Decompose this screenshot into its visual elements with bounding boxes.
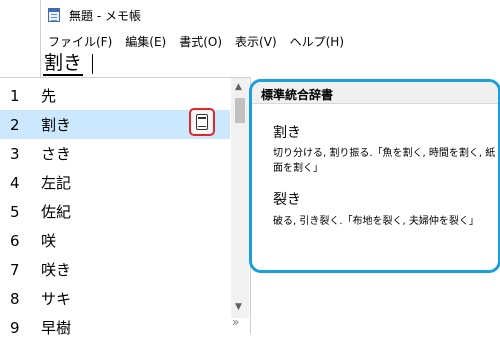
scroll-thumb[interactable] xyxy=(235,98,245,123)
candidate-number: 4 xyxy=(10,173,20,192)
title-bar[interactable]: 無題 - メモ帳 xyxy=(41,0,500,30)
candidate-item[interactable]: 8 サキ xyxy=(0,284,230,313)
notepad-icon xyxy=(48,8,60,22)
notepad-window: 無題 - メモ帳 ファイル(F) 編集(E) 書式(O) 表示(V) ヘルプ(H… xyxy=(40,0,500,78)
candidate-number: 7 xyxy=(10,260,20,279)
text-editor[interactable]: 割き xyxy=(41,52,500,78)
menu-format[interactable]: 書式(O) xyxy=(172,30,228,50)
candidate-text: サキ xyxy=(41,290,72,308)
dictionary-button[interactable] xyxy=(189,108,215,136)
book-icon xyxy=(196,114,208,130)
candidate-text: 佐紀 xyxy=(41,203,72,221)
entry-definition: 切り分ける, 割り振る.「魚を割く, 時間を割く, 紙面を割く」 xyxy=(273,148,496,174)
candidate-number: 9 xyxy=(10,318,20,337)
scroll-down-icon[interactable]: ▼ xyxy=(235,302,242,312)
menu-help[interactable]: ヘルプ(H) xyxy=(283,30,350,50)
candidate-number: 1 xyxy=(10,86,20,105)
dictionary-panel: 標準統合辞書 割き 切り分ける, 割り振る.「魚を割く, 時間を割く, 紙面を割… xyxy=(249,79,500,273)
candidate-item[interactable]: 4 左記 xyxy=(0,168,230,197)
candidate-number: 2 xyxy=(10,115,20,134)
candidate-number: 3 xyxy=(10,144,20,163)
candidate-text: 割き xyxy=(41,116,72,134)
menu-edit[interactable]: 編集(E) xyxy=(118,30,172,50)
candidate-item[interactable]: 6 咲 xyxy=(0,226,230,255)
menu-file[interactable]: ファイル(F) xyxy=(41,30,118,50)
candidate-item[interactable]: 1 先 xyxy=(0,81,230,110)
ime-composition-text: 割き xyxy=(43,52,84,76)
candidate-text: 咲き xyxy=(41,261,72,279)
window-title: 無題 - メモ帳 xyxy=(69,9,141,23)
menu-bar: ファイル(F) 編集(E) 書式(O) 表示(V) ヘルプ(H) xyxy=(41,30,350,50)
entry-word: 割き xyxy=(273,125,301,141)
text-caret xyxy=(92,54,93,74)
entry-definition: 破る, 引き裂く.「布地を裂く, 夫婦仲を裂く」 xyxy=(273,216,479,227)
scroll-up-icon[interactable]: ▲ xyxy=(235,82,242,92)
candidate-text: 咲 xyxy=(41,232,57,250)
candidate-item[interactable]: 3 さき xyxy=(0,139,230,168)
candidate-number: 8 xyxy=(10,289,20,308)
candidate-item[interactable]: 5 佐紀 xyxy=(0,197,230,226)
candidate-number: 6 xyxy=(10,231,20,250)
dictionary-name: 標準統合辞書 xyxy=(252,82,498,104)
entry-word: 裂き xyxy=(273,192,301,208)
candidate-item[interactable]: 7 咲き xyxy=(0,255,230,284)
menu-view[interactable]: 表示(V) xyxy=(228,30,283,50)
ime-candidate-window: 1 先 2 割き 3 さき 4 左記 5 佐紀 6 咲 7 咲き 8 サキ 9 … xyxy=(0,77,251,337)
candidate-text: 早樹 xyxy=(41,319,72,337)
candidate-item[interactable]: 9 早樹 xyxy=(0,313,230,342)
candidate-text: 先 xyxy=(41,87,57,105)
candidate-number: 5 xyxy=(10,202,20,221)
candidate-text: さき xyxy=(41,145,72,163)
candidate-text: 左記 xyxy=(41,174,72,192)
expand-candidates-icon[interactable]: » xyxy=(232,315,239,329)
